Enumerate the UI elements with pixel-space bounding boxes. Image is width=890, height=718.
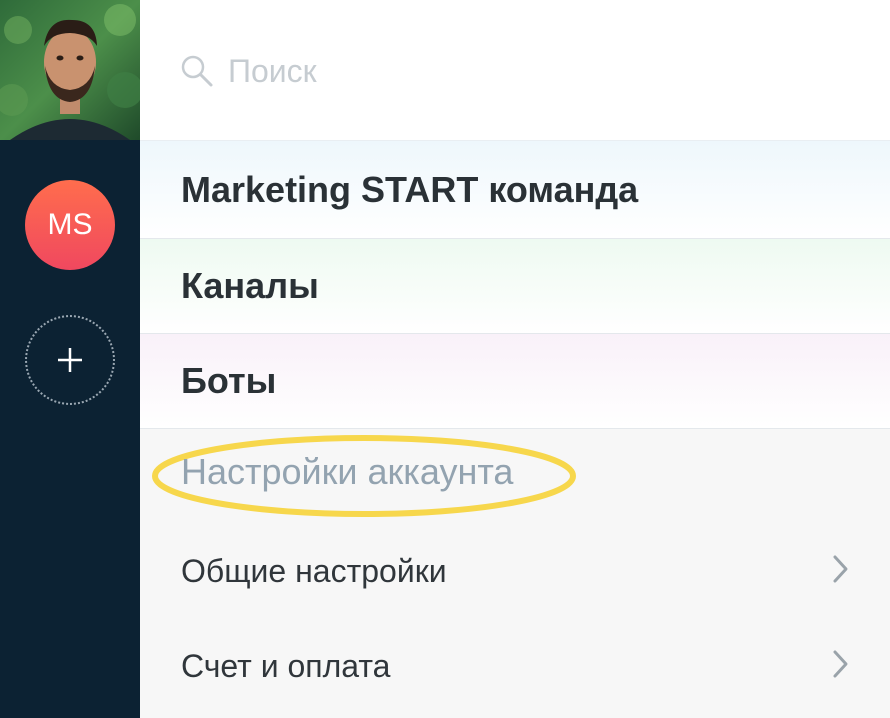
team-avatar-button[interactable]: MS <box>25 180 115 270</box>
avatar-photo-image <box>0 0 140 140</box>
section-team[interactable]: Marketing START команда <box>140 141 890 239</box>
general-settings-label: Общие настройки <box>181 553 447 589</box>
left-rail: MS <box>0 0 140 718</box>
add-team-button[interactable] <box>25 315 115 405</box>
plus-icon <box>58 348 82 372</box>
chevron-right-icon <box>833 650 848 678</box>
chevron-right-icon <box>833 555 848 583</box>
team-initials: MS <box>47 208 93 241</box>
account-settings-panel: Настройки аккаунта Общие настройки Счет … <box>140 429 890 718</box>
user-avatar[interactable] <box>0 0 140 140</box>
account-settings-heading: Настройки аккаунта <box>181 451 514 492</box>
section-team-label: Marketing START команда <box>181 168 639 210</box>
section-bots-label: Боты <box>181 360 277 401</box>
billing-label: Счет и оплата <box>181 648 391 684</box>
general-settings-item[interactable]: Общие настройки <box>140 523 890 617</box>
search-icon <box>181 55 213 87</box>
search-input[interactable] <box>226 48 830 94</box>
billing-item[interactable]: Счет и оплата <box>140 618 890 712</box>
section-bots[interactable]: Боты <box>140 334 890 429</box>
section-channels-label: Каналы <box>181 265 319 306</box>
main-panel: Marketing START команда Каналы Боты Наст… <box>140 0 890 718</box>
section-channels[interactable]: Каналы <box>140 239 890 334</box>
search-bar <box>140 0 890 141</box>
